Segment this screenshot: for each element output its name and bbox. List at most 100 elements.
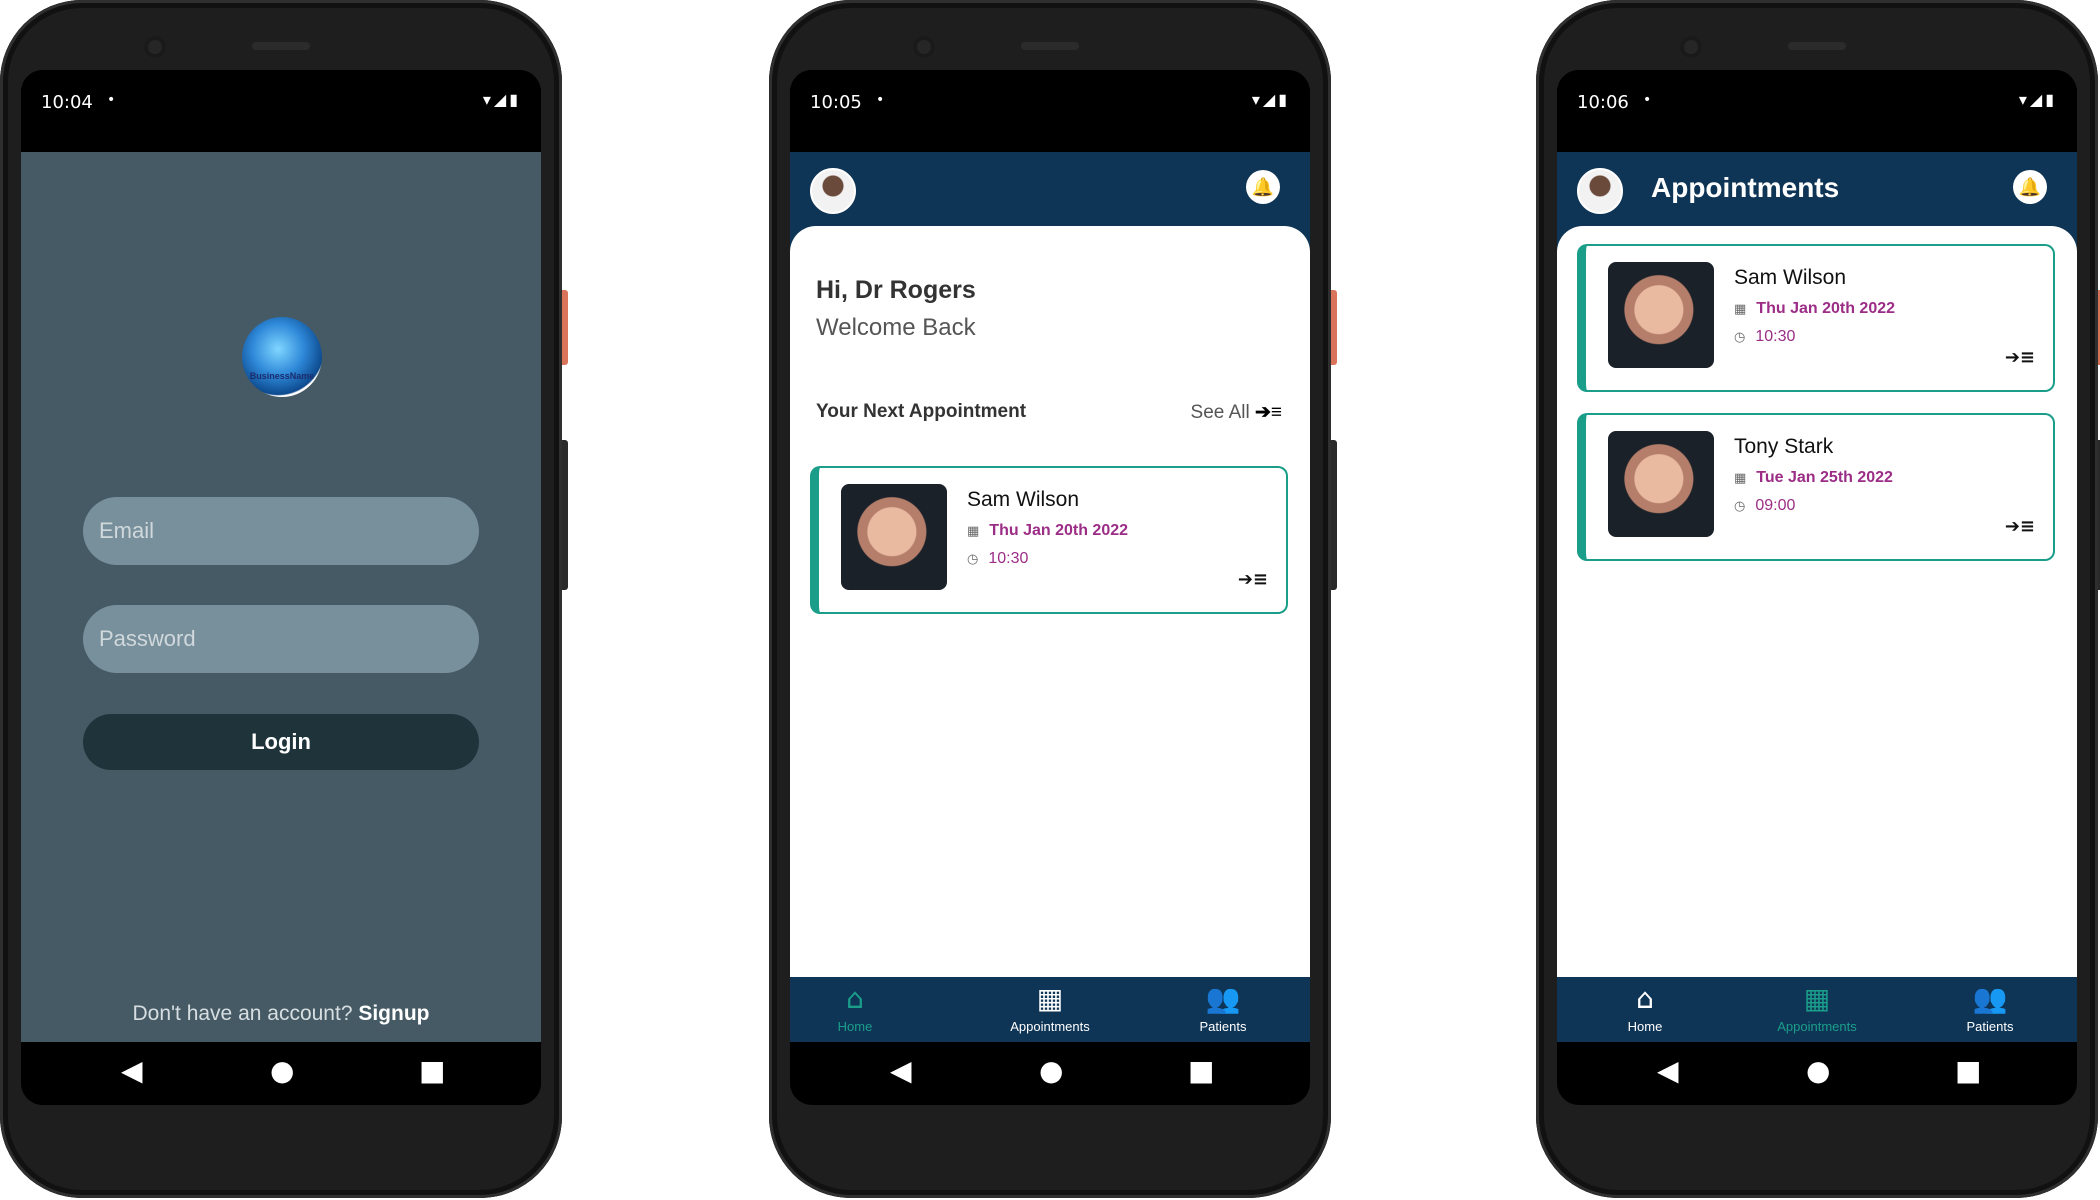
login-screen: BusinessName Email Password Login Don't … bbox=[21, 152, 541, 1105]
appointment-date: ▦ Thu Jan 20th 2022 bbox=[967, 522, 1128, 540]
screen: 10:05 • ▾◢▮ 🔔 Hi, Dr Rogers Welcome Back… bbox=[790, 70, 1310, 1105]
patient-photo bbox=[1608, 262, 1714, 368]
status-time: 10:05 bbox=[810, 92, 862, 113]
appointment-date: ▦ Thu Jan 20th 2022 bbox=[1734, 300, 1895, 318]
date-text: Tue Jan 25th 2022 bbox=[1756, 469, 1893, 486]
home-screen: 🔔 Hi, Dr Rogers Welcome Back Your Next A… bbox=[790, 152, 1310, 1105]
signup-row: Don't have an account? Signup bbox=[21, 1002, 541, 1026]
see-all-link[interactable]: See All ➔≡ bbox=[1191, 401, 1282, 424]
appointment-card[interactable]: Sam Wilson ▦ Thu Jan 20th 2022 ◷ 10:30 ➔≡ bbox=[810, 466, 1288, 614]
tab-label: Appointments bbox=[1777, 1019, 1857, 1034]
calendar-icon: ▦ bbox=[1036, 982, 1064, 1015]
calendar-icon: ▦ bbox=[1803, 982, 1831, 1015]
phone-login: 10:04 • ▾◢▮ BusinessName Email Password … bbox=[0, 0, 568, 1198]
status-time: 10:06 bbox=[1577, 92, 1629, 113]
tab-patients[interactable]: 👥 Patients bbox=[1920, 982, 2060, 1035]
tab-label: Patients bbox=[1199, 1019, 1247, 1034]
page-title: Appointments bbox=[1651, 172, 1840, 203]
bottom-tab-bar: ⌂ Home ▦ Appointments 👥 Patients bbox=[790, 977, 1310, 1042]
power-button bbox=[562, 290, 568, 365]
patient-name: Sam Wilson bbox=[1734, 266, 1847, 289]
system-nav-bar: ◀ ● ■ bbox=[790, 1042, 1310, 1105]
system-nav-bar: ◀ ● ■ bbox=[21, 1042, 541, 1105]
login-background: BusinessName Email Password Login Don't … bbox=[21, 152, 541, 1042]
appointment-time: ◷ 09:00 bbox=[1734, 497, 1795, 515]
signup-link[interactable]: Signup bbox=[358, 1002, 429, 1025]
date-text: Thu Jan 20th 2022 bbox=[989, 522, 1129, 539]
patient-photo bbox=[1608, 431, 1714, 537]
clock-icon: ◷ bbox=[1734, 330, 1746, 345]
home-icon: ⌂ bbox=[1636, 982, 1654, 1015]
calendar-icon: ▦ bbox=[1734, 471, 1747, 486]
home-content: Hi, Dr Rogers Welcome Back Your Next App… bbox=[790, 226, 1310, 1042]
open-arrow-icon[interactable]: ➔≡ bbox=[2005, 347, 2035, 368]
time-text: 09:00 bbox=[1755, 497, 1796, 514]
nav-home-icon[interactable]: ● bbox=[270, 1056, 294, 1086]
tab-patients[interactable]: 👥 Patients bbox=[1153, 983, 1293, 1035]
signup-prompt: Don't have an account? bbox=[132, 1002, 353, 1025]
calendar-icon: ▦ bbox=[1734, 302, 1747, 317]
password-input[interactable]: Password bbox=[83, 605, 479, 673]
power-button bbox=[1331, 290, 1337, 365]
notification-dot: • bbox=[876, 92, 885, 108]
appointments-content: Sam Wilson ▦ Thu Jan 20th 2022 ◷ 10:30 ➔≡ … bbox=[1557, 226, 2077, 1042]
screen: 10:06 • ▾◢▮ Appointments 🔔 Sam Wilson ▦ T… bbox=[1557, 70, 2077, 1105]
tab-label: Home bbox=[837, 1019, 873, 1034]
see-all-arrow-icon: ➔≡ bbox=[1254, 402, 1282, 423]
date-text: Thu Jan 20th 2022 bbox=[1756, 300, 1896, 317]
earpiece-speaker bbox=[1021, 42, 1079, 50]
nav-back-icon[interactable]: ◀ bbox=[1657, 1056, 1679, 1086]
status-bar: 10:06 • ▾◢▮ bbox=[1557, 70, 2077, 152]
bell-icon[interactable]: 🔔 bbox=[1246, 170, 1280, 204]
patient-name: Sam Wilson bbox=[967, 488, 1080, 511]
appointments-screen: Appointments 🔔 Sam Wilson ▦ Thu Jan 20th … bbox=[1557, 152, 2077, 1105]
open-arrow-icon[interactable]: ➔≡ bbox=[2005, 516, 2035, 537]
logo-text: BusinessName bbox=[249, 371, 315, 381]
status-icons: ▾◢▮ bbox=[482, 90, 521, 109]
front-camera bbox=[144, 36, 166, 58]
email-input[interactable]: Email bbox=[83, 497, 479, 565]
tab-label: Home bbox=[1627, 1019, 1663, 1034]
nav-recents-icon[interactable]: ■ bbox=[1188, 1056, 1214, 1086]
see-all-label: See All bbox=[1190, 402, 1250, 423]
screen: 10:04 • ▾◢▮ BusinessName Email Password … bbox=[21, 70, 541, 1105]
nav-recents-icon[interactable]: ■ bbox=[419, 1056, 445, 1086]
time-text: 10:30 bbox=[1755, 328, 1796, 345]
volume-button bbox=[562, 440, 568, 590]
tab-home[interactable]: ⌂ Home bbox=[790, 982, 925, 1035]
welcome-text: Welcome Back bbox=[816, 314, 976, 341]
bottom-tab-bar: ⌂ Home ▦ Appointments 👥 Patients bbox=[1557, 977, 2077, 1042]
open-arrow-icon[interactable]: ➔≡ bbox=[1238, 569, 1268, 590]
volume-button bbox=[1331, 440, 1337, 590]
tab-home[interactable]: ⌂ Home bbox=[1575, 982, 1715, 1035]
front-camera bbox=[913, 36, 935, 58]
calendar-icon: ▦ bbox=[967, 524, 980, 539]
patient-photo bbox=[841, 484, 947, 590]
appointment-time: ◷ 10:30 bbox=[1734, 328, 1795, 346]
status-icons: ▾◢▮ bbox=[1251, 90, 1290, 109]
status-time: 10:04 bbox=[41, 92, 93, 113]
notification-dot: • bbox=[107, 92, 116, 108]
doctor-avatar[interactable] bbox=[810, 168, 856, 214]
nav-home-icon[interactable]: ● bbox=[1806, 1056, 1830, 1086]
status-icons: ▾◢▮ bbox=[2018, 90, 2057, 109]
appointment-card[interactable]: Sam Wilson ▦ Thu Jan 20th 2022 ◷ 10:30 ➔≡ bbox=[1577, 244, 2055, 392]
notification-dot: • bbox=[1643, 92, 1652, 108]
tab-label: Appointments bbox=[1010, 1019, 1090, 1034]
tab-appointments[interactable]: ▦ Appointments bbox=[1747, 982, 1887, 1035]
clock-icon: ◷ bbox=[967, 552, 979, 567]
appointment-date: ▦ Tue Jan 25th 2022 bbox=[1734, 469, 1893, 487]
home-icon: ⌂ bbox=[846, 982, 864, 1015]
nav-back-icon[interactable]: ◀ bbox=[890, 1056, 912, 1086]
people-icon: 👥 bbox=[1972, 982, 2008, 1015]
greeting: Hi, Dr Rogers bbox=[816, 276, 976, 304]
doctor-avatar[interactable] bbox=[1577, 168, 1623, 214]
nav-home-icon[interactable]: ● bbox=[1039, 1056, 1063, 1086]
appointment-card[interactable]: Tony Stark ▦ Tue Jan 25th 2022 ◷ 09:00 ➔≡ bbox=[1577, 413, 2055, 561]
login-button[interactable]: Login bbox=[83, 714, 479, 770]
nav-recents-icon[interactable]: ■ bbox=[1955, 1056, 1981, 1086]
bell-icon[interactable]: 🔔 bbox=[2013, 170, 2047, 204]
tab-appointments[interactable]: ▦ Appointments bbox=[980, 982, 1120, 1035]
system-nav-bar: ◀ ● ■ bbox=[1557, 1042, 2077, 1105]
nav-back-icon[interactable]: ◀ bbox=[121, 1056, 143, 1086]
